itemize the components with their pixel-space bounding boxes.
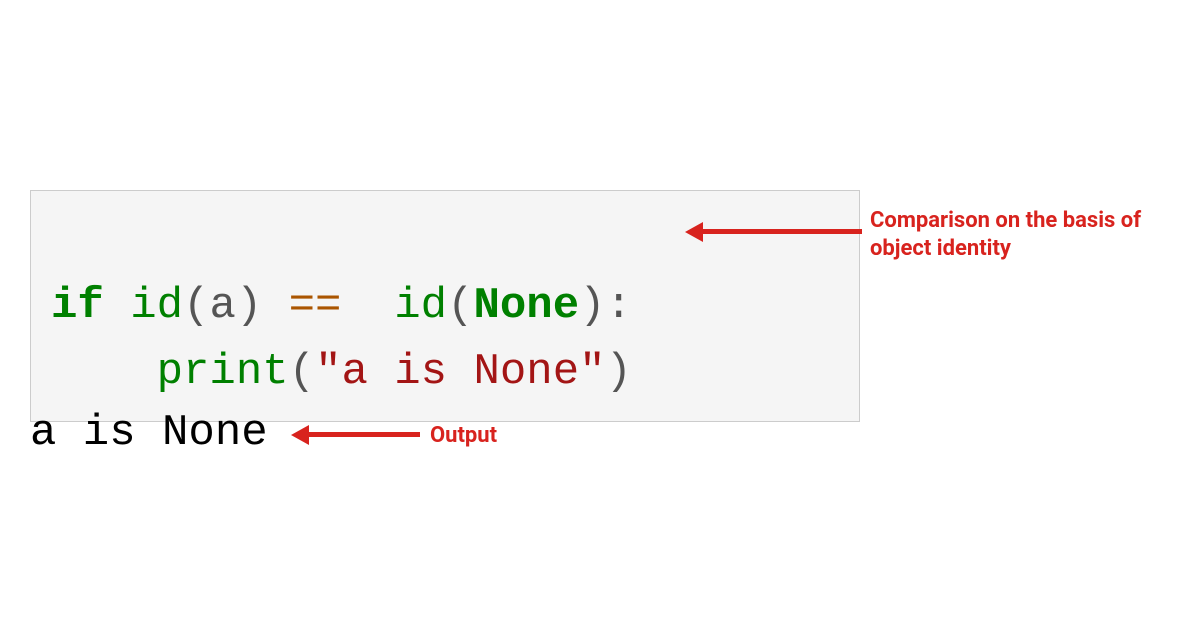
keyword-if: if — [51, 281, 104, 331]
code-line-1: if id(a) == id(None): — [51, 281, 632, 331]
code-line-2: print("a is None") — [51, 347, 632, 397]
func-print: print — [157, 347, 289, 397]
func-id: id — [130, 281, 183, 331]
op-equals: == — [289, 281, 342, 331]
annotation-output: Output — [430, 422, 497, 450]
output-text: a is None — [30, 400, 268, 466]
var-a: a — [209, 281, 235, 331]
func-id-2: id — [394, 281, 447, 331]
code-block: if id(a) == id(None): print("a is None") — [30, 190, 860, 422]
none-literal: None — [474, 281, 580, 331]
string-literal: "a is None" — [315, 347, 605, 397]
annotation-comparison: Comparison on the basis of object identi… — [870, 207, 1180, 262]
